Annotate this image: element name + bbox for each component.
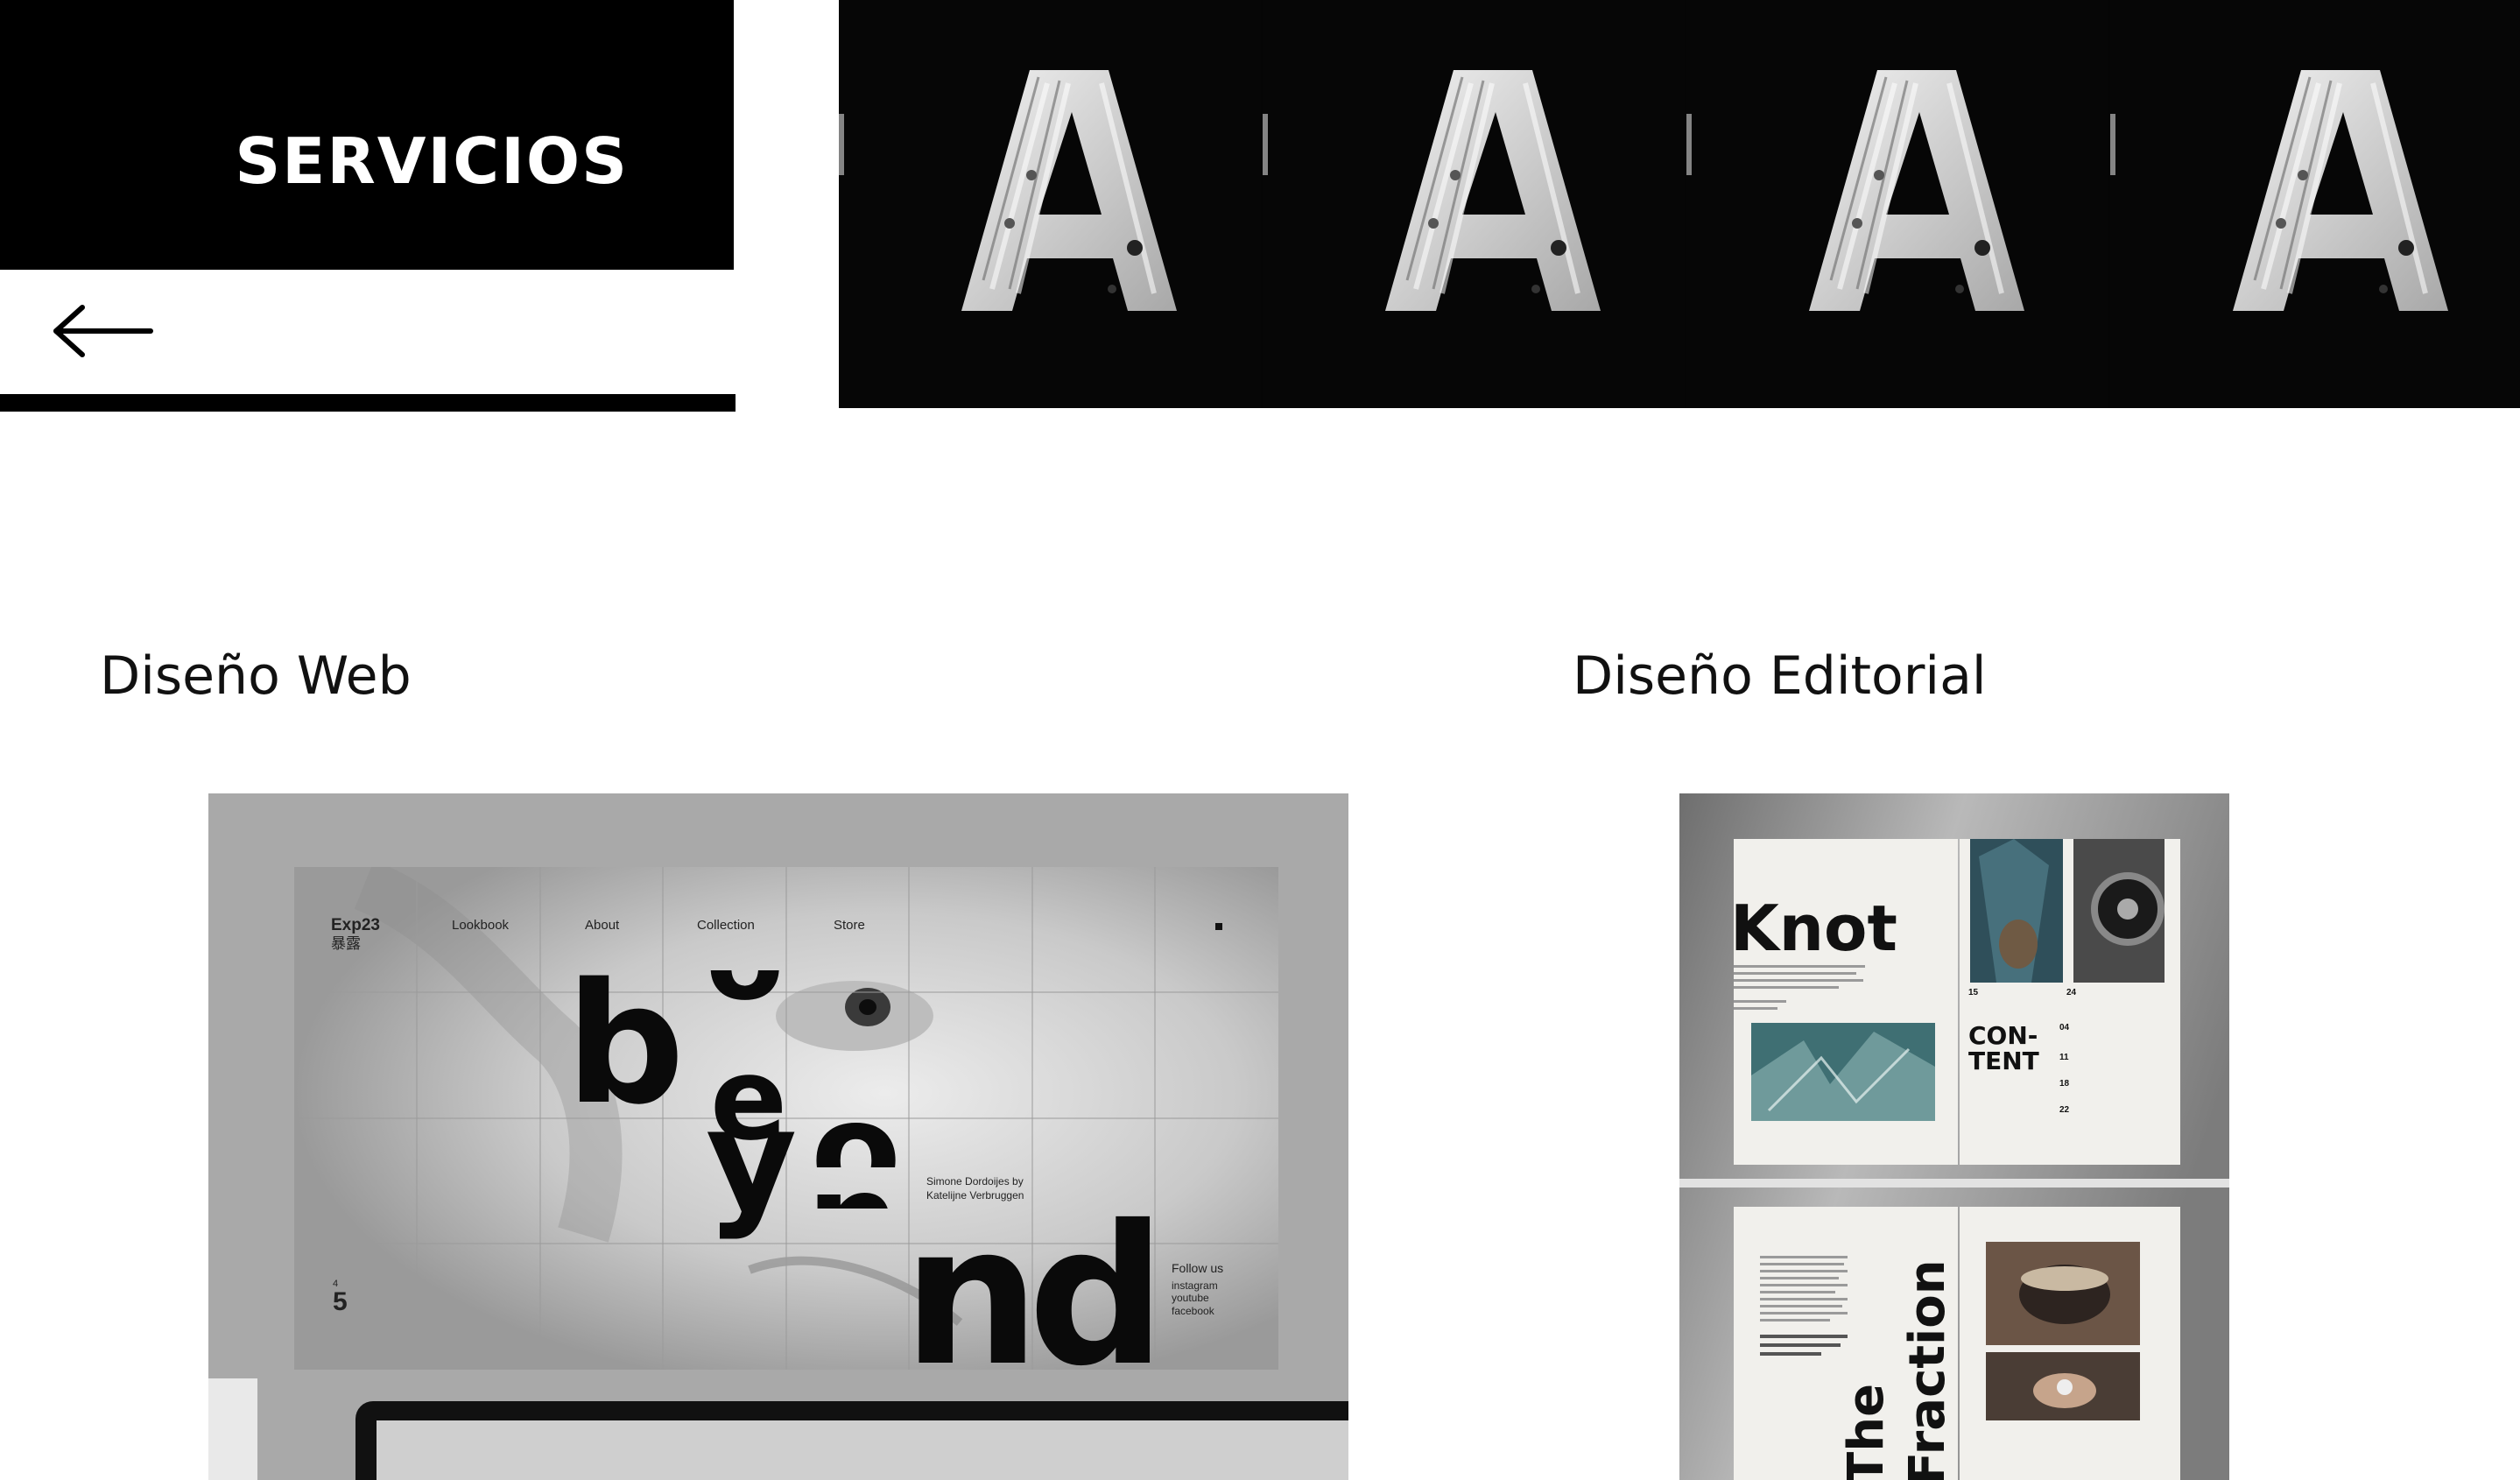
- magazine-photo-wheel: [2073, 839, 2165, 983]
- mockup-nav-item: Store: [834, 918, 865, 933]
- magazine-title-knot: Knot: [1730, 892, 1897, 965]
- header-block: SERVICIOS: [0, 0, 734, 270]
- banner-letter-tile: A: [1686, 0, 2108, 408]
- magazine-title-fraction: Fraction: [1899, 1259, 1956, 1480]
- header-underline: [0, 394, 736, 412]
- magazine-photo-water: [1751, 1023, 1935, 1121]
- mockup-letter: y: [706, 1078, 798, 1242]
- banner-letter-tile: A: [839, 0, 1261, 408]
- toc-number: 15: [1968, 988, 1979, 997]
- toc-number: 22: [2059, 1105, 2070, 1115]
- page-title: SERVICIOS: [235, 124, 629, 198]
- banner-image: A A A A: [839, 0, 2520, 408]
- mockup-credit: Simone Dordoijes by Katelijne Verbruggen: [926, 1175, 1024, 1202]
- toc-number: 24: [2066, 988, 2077, 997]
- mockup-letter: n: [903, 1184, 1040, 1370]
- editorial-design-image[interactable]: Knot CON- TENT 15 24 04 11 18 22 Fractio…: [1679, 793, 2229, 1480]
- neon-letter-sign: A: [839, 0, 1261, 408]
- magazine-divider: [1679, 1179, 2229, 1188]
- section-heading-web-design[interactable]: Diseño Web: [100, 650, 412, 702]
- neon-letter-sign: A: [2110, 0, 2520, 408]
- website-mockup-screen: Exp23 暴露 Lookbook About Collection Store…: [294, 867, 1278, 1370]
- mockup-nav-item: About: [585, 918, 620, 933]
- neon-letter-sign: A: [1263, 0, 1685, 408]
- magazine-title-the: The: [1838, 1383, 1895, 1480]
- magazine-body-text: [1760, 1256, 1856, 1390]
- magazine-photo-hands: [1986, 1352, 2140, 1420]
- mockup-side-strip: [208, 1378, 257, 1480]
- banner-letter-tile: A: [1263, 0, 1685, 408]
- banner-letter-tile: A: [2110, 0, 2520, 408]
- section-heading-editorial-design[interactable]: Diseño Editorial: [1573, 650, 1987, 702]
- mockup-letter: d: [1028, 1184, 1166, 1370]
- mockup-follow: Follow us instagram youtube facebook: [1172, 1261, 1224, 1317]
- mockup-logo: Exp23 暴露: [331, 916, 380, 952]
- mockup-nav-item: Collection: [697, 918, 755, 933]
- laptop-screen: [377, 1420, 1348, 1480]
- neon-letter-sign: A: [1686, 0, 2108, 408]
- web-design-image[interactable]: Exp23 暴露 Lookbook About Collection Store…: [208, 793, 1348, 1480]
- arrow-left-icon: [53, 305, 153, 357]
- back-button[interactable]: [51, 296, 165, 366]
- magazine-photo-architecture: [1970, 839, 2063, 983]
- mockup-nav-item: Lookbook: [452, 918, 510, 933]
- toc-number: 11: [2059, 1053, 2069, 1062]
- mockup-letter: b: [566, 948, 686, 1141]
- magazine-photo-bowl: [1986, 1242, 2140, 1345]
- toc-number: 04: [2059, 1023, 2070, 1032]
- magazine-contents-heading: CON- TENT: [1968, 1021, 2039, 1076]
- magazine-body-text: [1734, 965, 1874, 1020]
- mockup-page-number: 4 5: [333, 1279, 348, 1316]
- toc-number: 18: [2059, 1079, 2070, 1089]
